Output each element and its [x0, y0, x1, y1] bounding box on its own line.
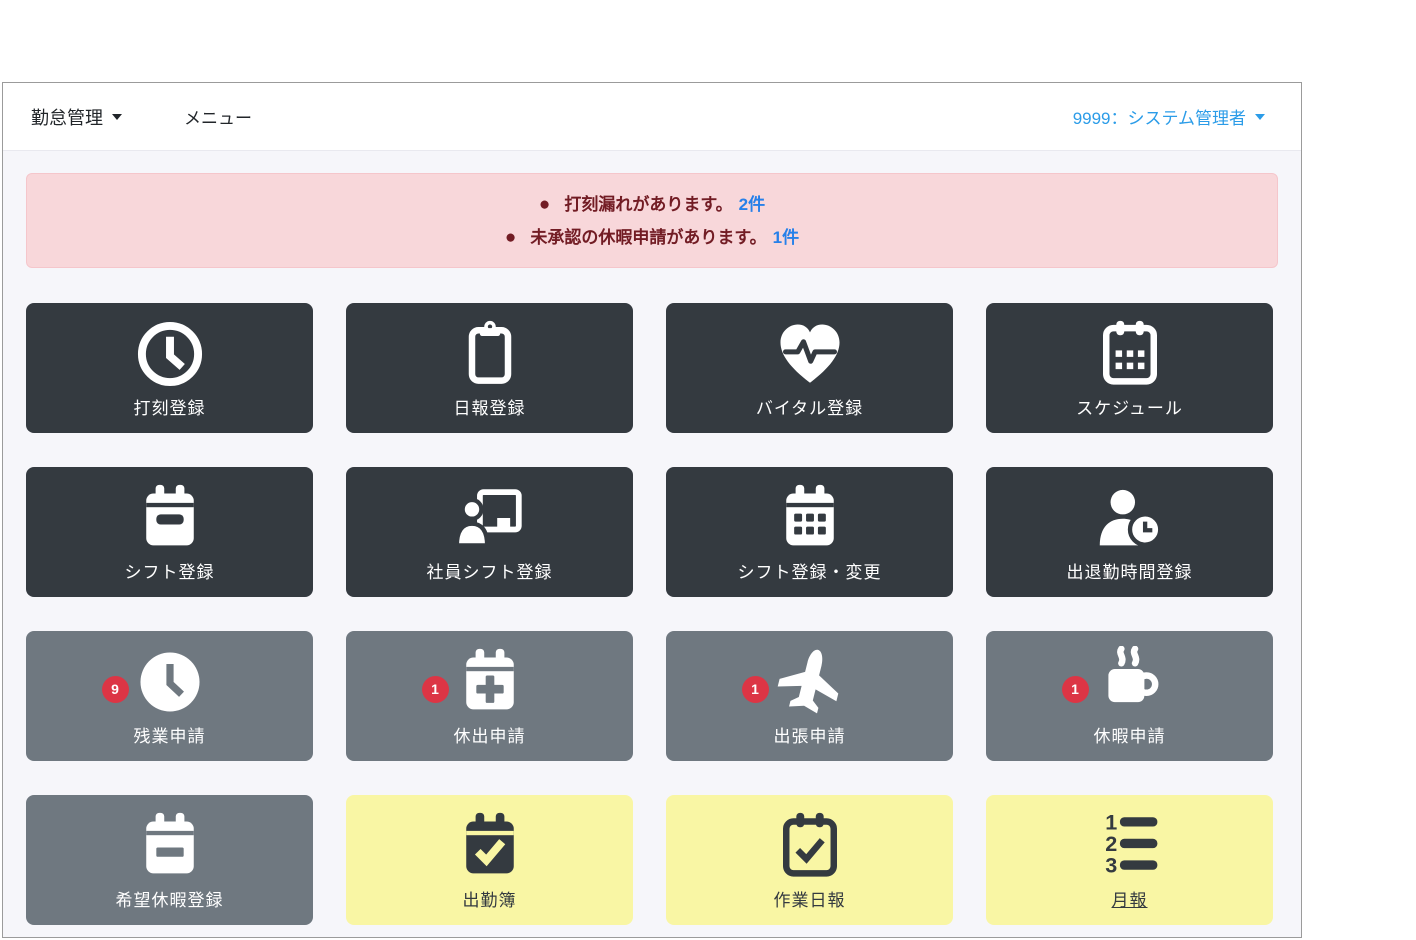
notification-alert: ●打刻漏れがあります。2件●未承認の休暇申請があります。1件: [26, 173, 1278, 268]
clipboard-icon: [454, 318, 526, 390]
tile-label: 日報登録: [454, 394, 526, 419]
tile-label: シフト登録・変更: [738, 558, 882, 583]
alert-count-link[interactable]: 2件: [739, 188, 765, 221]
tile-label: 月報: [1112, 886, 1148, 911]
menu-tile[interactable]: 1出張申請: [666, 631, 953, 761]
clock-outline-icon: [134, 318, 206, 390]
calendar-minus-icon: [134, 810, 206, 882]
notification-badge: 9: [102, 676, 129, 703]
app-header: 勤怠管理 メニュー 9999：システム管理者: [3, 83, 1301, 151]
heart-pulse-icon: [774, 318, 846, 390]
tile-label: バイタル登録: [756, 394, 863, 419]
alert-count-link[interactable]: 1件: [773, 221, 799, 254]
tile-label: シフト登録: [125, 558, 215, 583]
app-title: 勤怠管理: [31, 104, 103, 130]
chevron-down-icon: [1255, 114, 1265, 120]
notification-badge: 1: [1062, 676, 1089, 703]
app-title-dropdown[interactable]: 勤怠管理: [31, 104, 122, 130]
notification-badge: 1: [422, 676, 449, 703]
clock-solid-icon: 9: [134, 646, 206, 718]
menu-tile[interactable]: スケジュール: [986, 303, 1273, 433]
tile-label: 休暇申請: [1094, 722, 1166, 747]
alert-item: ● 未承認の休暇申請があります。1件: [505, 221, 799, 254]
bullet-icon: ●: [539, 188, 550, 221]
menu-tile[interactable]: 日報登録: [346, 303, 633, 433]
chevron-down-icon: [112, 114, 122, 120]
calendar-check-outline-icon: [774, 810, 846, 882]
menu-tile[interactable]: 作業日報: [666, 795, 953, 925]
alert-text: 打刻漏れがあります。: [564, 188, 732, 221]
tile-label: 残業申請: [134, 722, 206, 747]
menu-tile[interactable]: 123 月報: [986, 795, 1273, 925]
mug-hot-icon: 1: [1094, 646, 1166, 718]
tile-label: 社員シフト登録: [427, 558, 553, 583]
menu-tile[interactable]: シフト登録・変更: [666, 467, 953, 597]
calendar-check-solid-icon: [454, 810, 526, 882]
attendance-app-window: 勤怠管理 メニュー 9999：システム管理者 ●打刻漏れがあります。2件●未承認…: [2, 82, 1302, 938]
menu-tile[interactable]: シフト登録: [26, 467, 313, 597]
tile-label: 出勤簿: [463, 886, 517, 911]
tile-label: 出張申請: [774, 722, 846, 747]
tile-label: 休出申請: [454, 722, 526, 747]
menu-tile[interactable]: バイタル登録: [666, 303, 953, 433]
chalkboard-user-icon: [454, 482, 526, 554]
user-dropdown[interactable]: 9999：システム管理者: [1073, 104, 1265, 129]
tile-label: 希望休暇登録: [116, 886, 224, 911]
plane-icon: 1: [774, 646, 846, 718]
tile-label: スケジュール: [1076, 394, 1183, 419]
menu-tile[interactable]: 9残業申請: [26, 631, 313, 761]
calendar-grid-solid-icon: [774, 482, 846, 554]
menu-nav-item[interactable]: メニュー: [184, 104, 252, 129]
calendar-plus-icon: 1: [454, 646, 526, 718]
menu-tile[interactable]: 出退勤時間登録: [986, 467, 1273, 597]
tile-label: 出退勤時間登録: [1067, 558, 1193, 583]
user-clock-icon: [1094, 482, 1166, 554]
menu-tile[interactable]: 希望休暇登録: [26, 795, 313, 925]
alert-text: 未承認の休暇申請があります。: [530, 221, 766, 254]
user-name: 9999：システム管理者: [1073, 104, 1246, 129]
menu-tile[interactable]: 出勤簿: [346, 795, 633, 925]
tile-grid: 打刻登録 日報登録 バイタル登録 スケジュールシフト登録 社員シフト登録 シフト登録・変更…: [3, 268, 1301, 935]
svg-text:3: 3: [1105, 852, 1117, 877]
tile-label: 打刻登録: [134, 394, 206, 419]
calendar-banner-icon: [134, 482, 206, 554]
tile-label: 作業日報: [774, 886, 846, 911]
alert-item: ● 打刻漏れがあります。2件: [539, 188, 765, 221]
menu-tile[interactable]: 1休暇申請: [986, 631, 1273, 761]
menu-tile[interactable]: 打刻登録: [26, 303, 313, 433]
calendar-grid-outline-icon: [1094, 318, 1166, 390]
menu-tile[interactable]: 社員シフト登録: [346, 467, 633, 597]
menu-tile[interactable]: 1休出申請: [346, 631, 633, 761]
notification-badge: 1: [742, 676, 769, 703]
bullet-icon: ●: [505, 221, 516, 254]
ordered-list-icon: 123: [1094, 810, 1166, 882]
